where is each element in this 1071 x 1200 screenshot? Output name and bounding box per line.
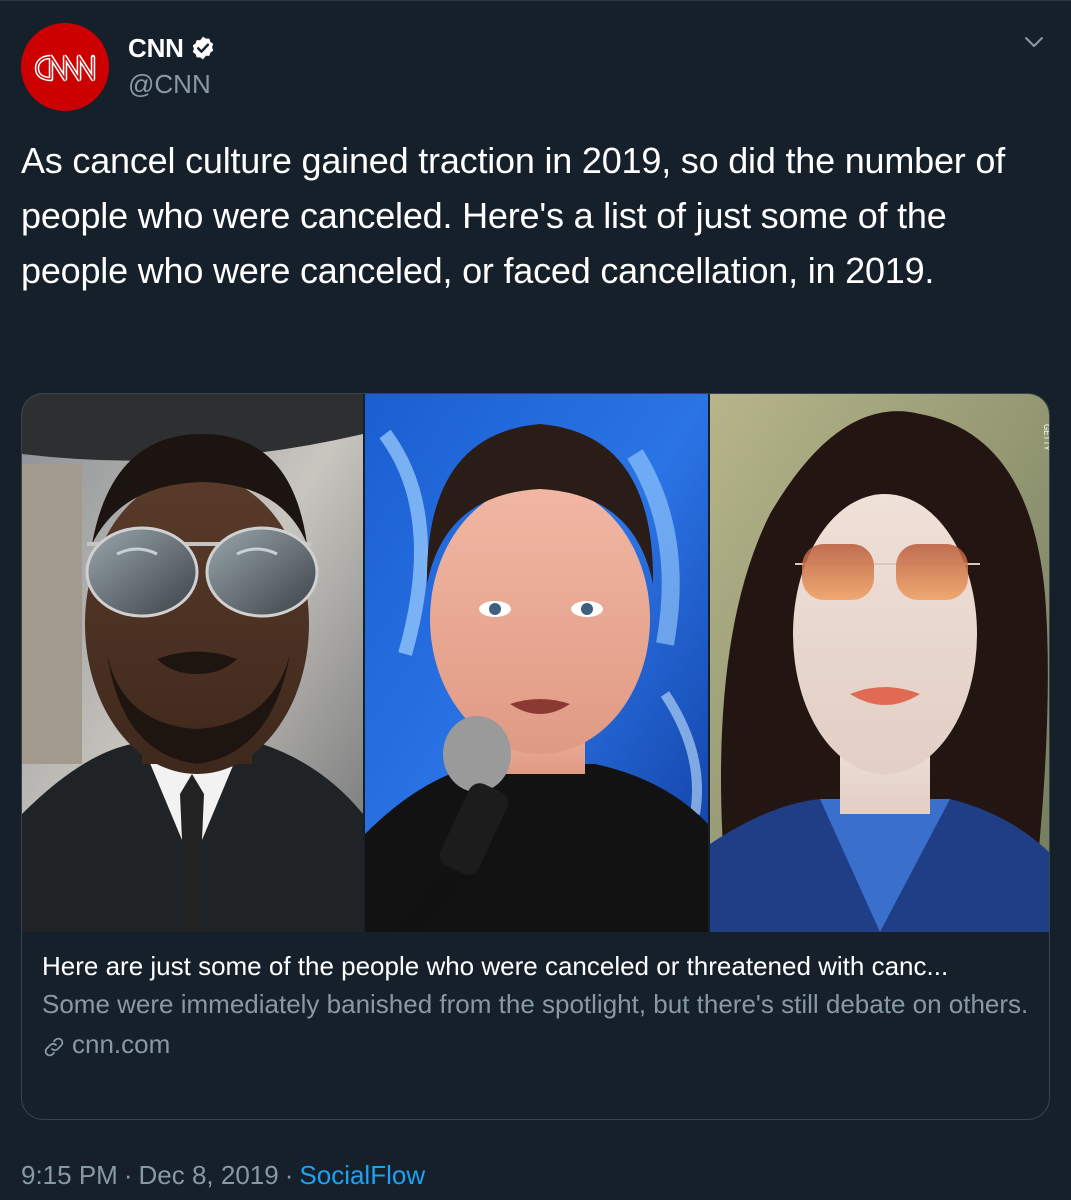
meta-separator: · bbox=[123, 1160, 133, 1190]
card-domain[interactable]: cnn.com bbox=[42, 1026, 1031, 1062]
card-description: Some were immediately banished from the … bbox=[42, 989, 1029, 1019]
handle[interactable]: @CNN bbox=[128, 69, 216, 100]
card-photo-3: GETTY bbox=[710, 394, 1050, 932]
name-row: CNN bbox=[128, 31, 216, 65]
svg-text:GETTY: GETTY bbox=[1042, 424, 1050, 451]
card-body[interactable]: Here are just some of the people who wer… bbox=[22, 932, 1049, 1062]
tweet-text: As cancel culture gained traction in 201… bbox=[21, 140, 1006, 291]
card-domain-text: cnn.com bbox=[72, 1029, 171, 1059]
tweet[interactable]: CNN @CNN As cancel culture gained tracti… bbox=[0, 0, 1071, 1200]
link-icon bbox=[42, 1032, 66, 1057]
meta-separator: · bbox=[284, 1160, 294, 1190]
author-block[interactable]: CNN @CNN bbox=[128, 31, 216, 100]
avatar[interactable] bbox=[21, 23, 109, 111]
card-photo-1 bbox=[22, 394, 363, 932]
display-name[interactable]: CNN bbox=[128, 33, 184, 64]
cnn-logo-icon bbox=[21, 23, 109, 111]
chevron-down-icon[interactable] bbox=[1023, 31, 1045, 53]
link-card[interactable]: GETTY Here are just some of the people w… bbox=[21, 393, 1050, 1120]
tweet-meta: 9:15 PM · Dec 8, 2019 · SocialFlow bbox=[21, 1157, 425, 1193]
card-title[interactable]: Here are just some of the people who wer… bbox=[42, 948, 1031, 984]
verified-badge-icon bbox=[190, 35, 216, 61]
card-image-collage[interactable]: GETTY bbox=[22, 394, 1050, 932]
tweet-time[interactable]: 9:15 PM bbox=[21, 1160, 118, 1190]
tweet-date[interactable]: Dec 8, 2019 bbox=[139, 1160, 279, 1190]
tweet-source-link[interactable]: SocialFlow bbox=[299, 1160, 425, 1190]
card-photo-2 bbox=[365, 394, 708, 932]
